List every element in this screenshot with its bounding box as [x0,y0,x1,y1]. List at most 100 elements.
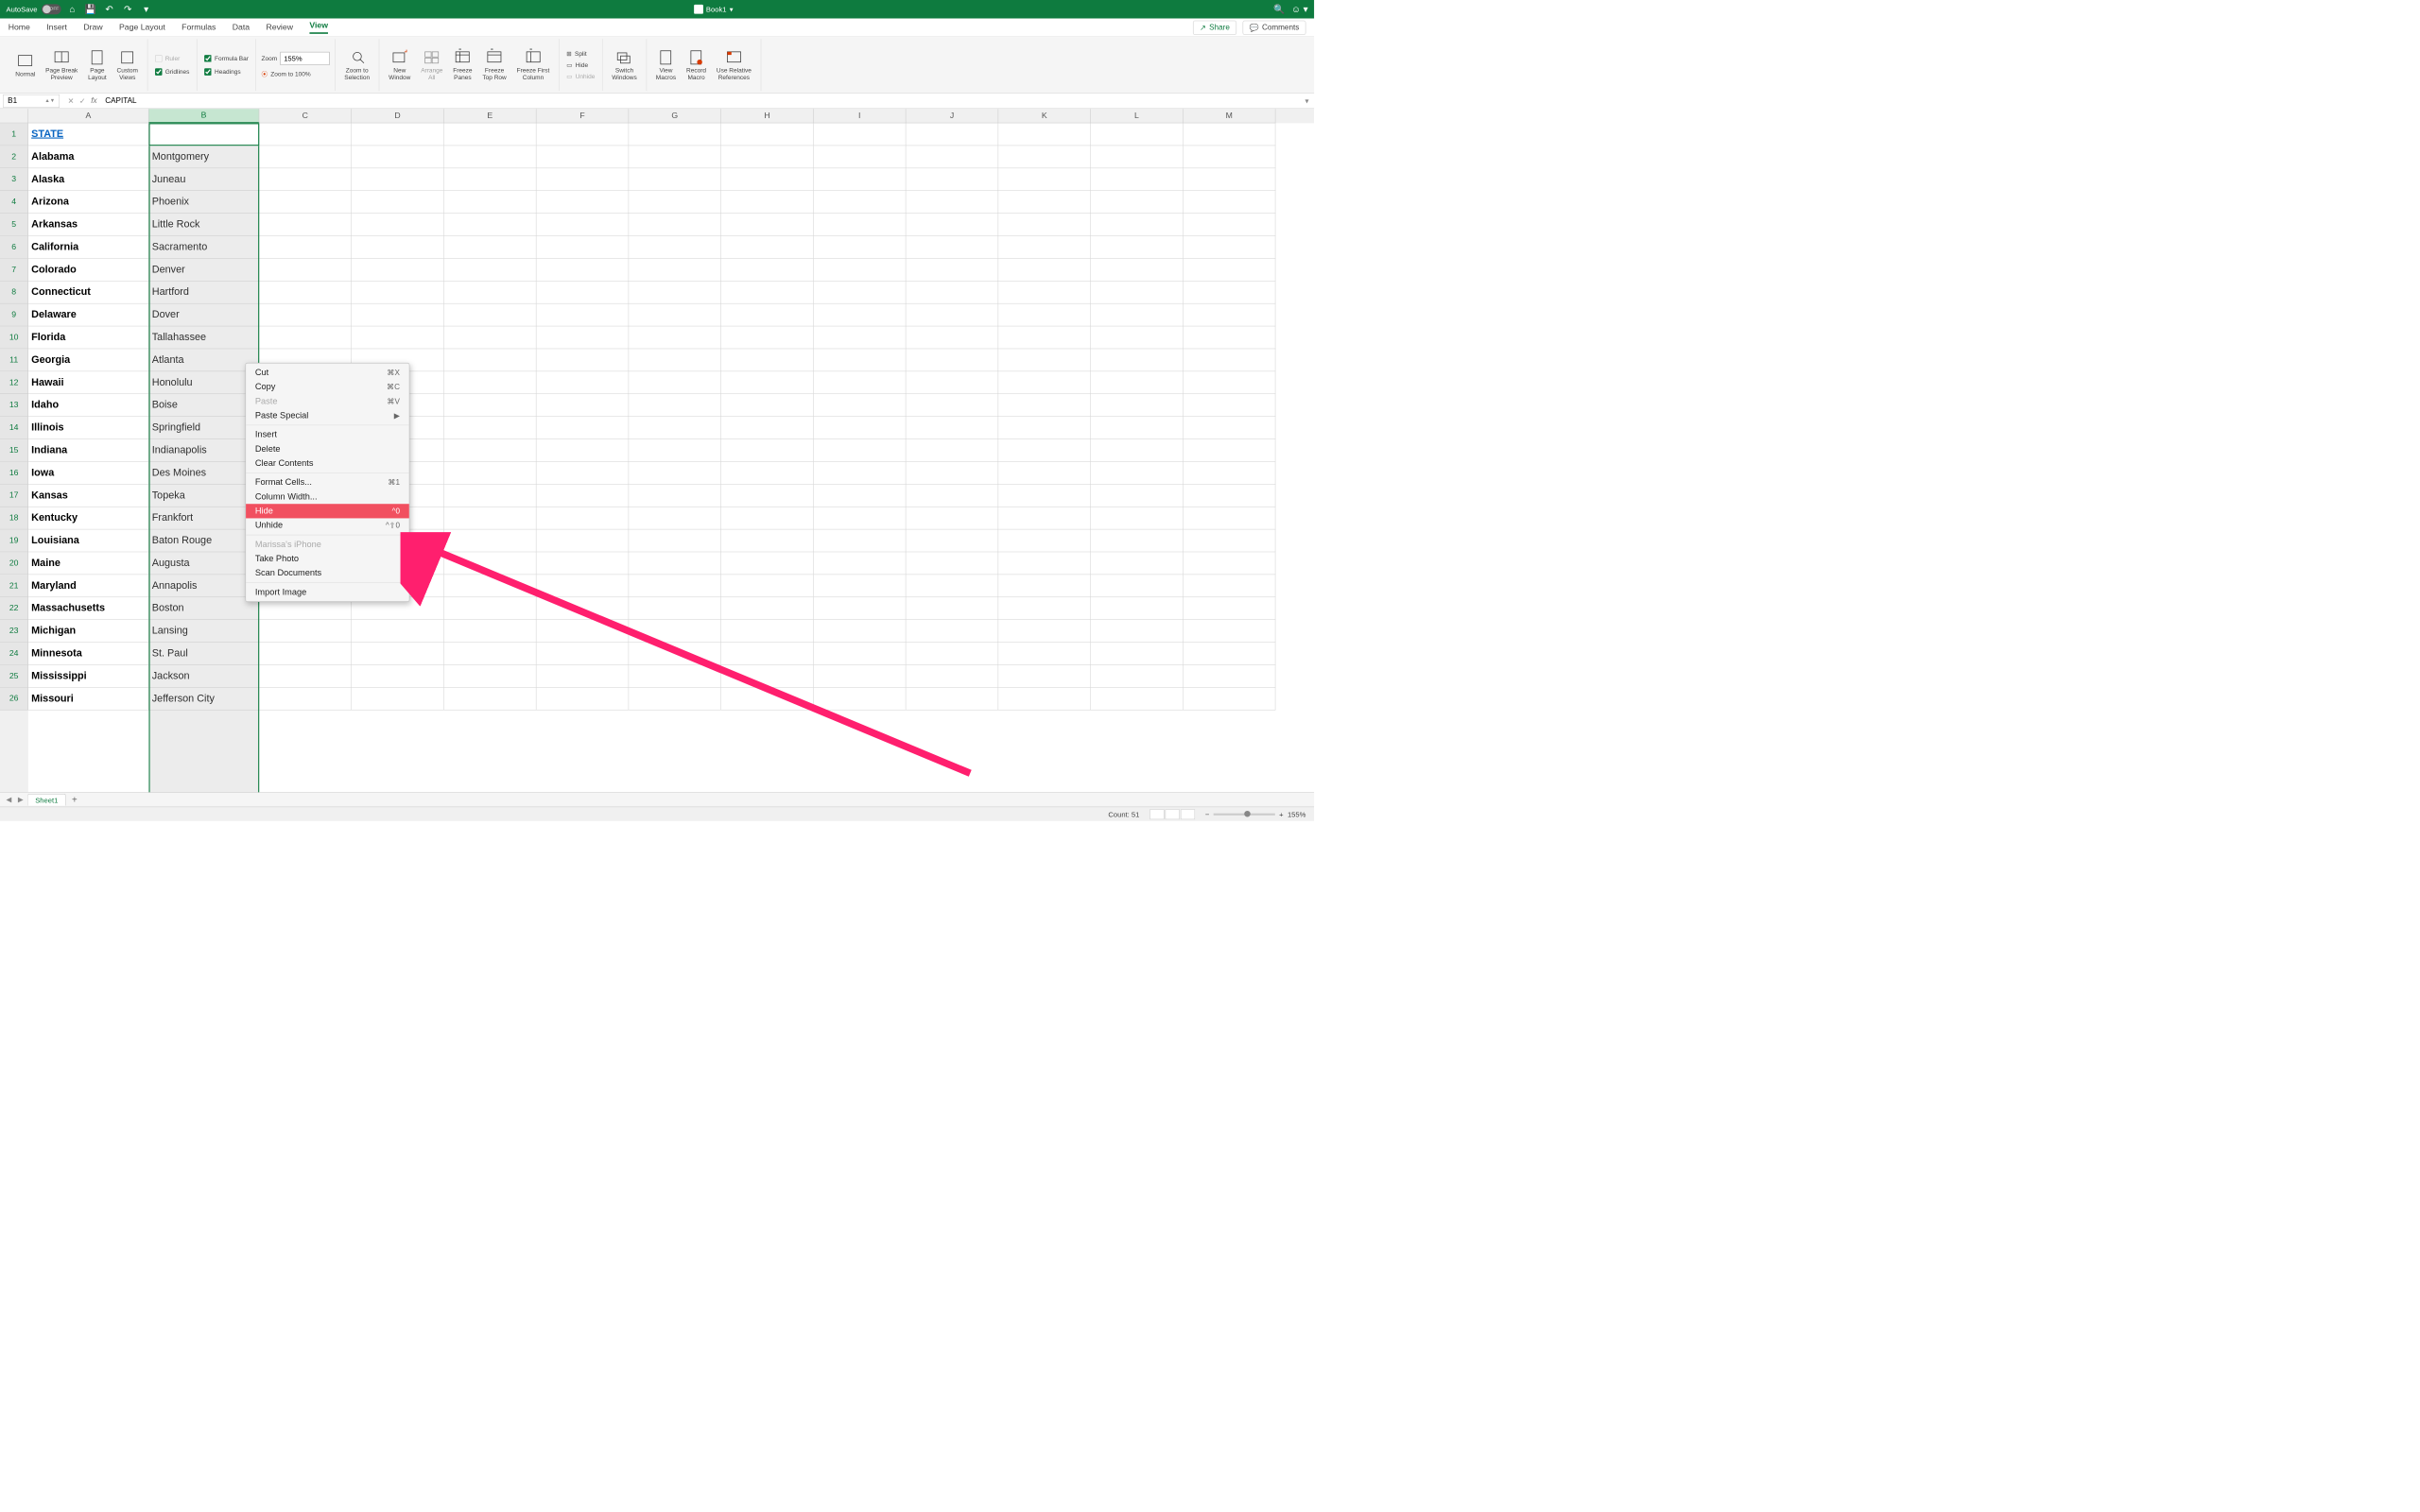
cell-D6[interactable] [352,236,444,259]
freeze-panes-button[interactable]: *Freeze Panes [449,47,476,83]
cell-I7[interactable] [814,259,907,282]
cell-E18[interactable] [444,507,537,529]
row-header-22[interactable]: 22 [0,597,28,620]
zoom-input[interactable] [280,52,329,65]
cell-E11[interactable] [444,349,537,371]
cell-J9[interactable] [906,303,998,326]
cell-L7[interactable] [1091,259,1184,282]
cell-E9[interactable] [444,303,537,326]
cell-M24[interactable] [1184,643,1276,665]
cell-I8[interactable] [814,282,907,304]
cell-C5[interactable] [259,214,352,236]
sheet-nav-next-icon[interactable]: ▶ [16,796,26,804]
cell-G12[interactable] [629,371,721,394]
zoom-100-button[interactable]: ⦿Zoom to 100% [261,69,310,77]
cell-M22[interactable] [1184,597,1276,620]
cell-E8[interactable] [444,282,537,304]
cell-A13[interactable]: Idaho [28,394,149,417]
cell-A22[interactable]: Massachusetts [28,597,149,620]
cell-H2[interactable] [721,146,814,168]
arrange-all-button[interactable]: Arrange All [417,47,447,83]
page-layout-view-icon[interactable] [1166,809,1180,819]
cell-E5[interactable] [444,214,537,236]
cell-A24[interactable]: Minnesota [28,643,149,665]
cell-A9[interactable]: Delaware [28,303,149,326]
cell-J16[interactable] [906,462,998,485]
cell-L20[interactable] [1091,552,1184,575]
cell-K11[interactable] [998,349,1091,371]
cell-L19[interactable] [1091,529,1184,552]
cell-J17[interactable] [906,485,998,507]
row-header-26[interactable]: 26 [0,688,28,711]
cell-A11[interactable]: Georgia [28,349,149,371]
cell-B25[interactable]: Jackson [148,665,259,688]
cell-K20[interactable] [998,552,1091,575]
cell-B23[interactable]: Lansing [148,620,259,643]
cell-D2[interactable] [352,146,444,168]
cell-J8[interactable] [906,282,998,304]
column-header-L[interactable]: L [1091,109,1184,123]
cell-K26[interactable] [998,688,1091,711]
ctx-import-image[interactable]: Import Image [246,585,409,599]
cell-J14[interactable] [906,417,998,439]
cell-C3[interactable] [259,168,352,191]
cell-L4[interactable] [1091,191,1184,214]
cell-G5[interactable] [629,214,721,236]
cell-K13[interactable] [998,394,1091,417]
cell-B14[interactable]: Springfield [148,417,259,439]
cell-D7[interactable] [352,259,444,282]
unhide-button[interactable]: ▭Unhide [564,72,596,81]
row-header-11[interactable]: 11 [0,349,28,371]
cell-A20[interactable]: Maine [28,552,149,575]
cell-K3[interactable] [998,168,1091,191]
cell-K18[interactable] [998,507,1091,529]
cell-B13[interactable]: Boise [148,394,259,417]
cell-J15[interactable] [906,439,998,462]
cell-H17[interactable] [721,485,814,507]
cell-F6[interactable] [536,236,629,259]
row-header-8[interactable]: 8 [0,282,28,304]
column-header-I[interactable]: I [814,109,907,123]
cell-B9[interactable]: Dover [148,303,259,326]
cell-K21[interactable] [998,575,1091,597]
new-window-button[interactable]: New Window [385,47,415,83]
cell-A1[interactable]: STATE [28,123,149,146]
column-header-M[interactable]: M [1184,109,1276,123]
cell-A15[interactable]: Indiana [28,439,149,462]
cell-K8[interactable] [998,282,1091,304]
cell-B16[interactable]: Des Moines [148,462,259,485]
ctx-unhide[interactable]: Unhide^⇧0 [246,518,409,532]
use-relative-refs-button[interactable]: Use Relative References [713,47,756,83]
record-macro-button[interactable]: Record Macro [683,47,711,83]
cell-M8[interactable] [1184,282,1276,304]
cell-I1[interactable] [814,123,907,146]
cell-E15[interactable] [444,439,537,462]
cell-L17[interactable] [1091,485,1184,507]
cell-J11[interactable] [906,349,998,371]
cell-D3[interactable] [352,168,444,191]
cell-C1[interactable] [259,123,352,146]
cell-F8[interactable] [536,282,629,304]
row-header-9[interactable]: 9 [0,303,28,326]
view-macros-button[interactable]: View Macros [651,47,680,83]
cell-H1[interactable] [721,123,814,146]
ctx-column-width-[interactable]: Column Width... [246,490,409,504]
row-header-15[interactable]: 15 [0,439,28,462]
cell-D8[interactable] [352,282,444,304]
row-header-13[interactable]: 13 [0,394,28,417]
cell-J5[interactable] [906,214,998,236]
cell-F14[interactable] [536,417,629,439]
cell-B6[interactable]: Sacramento [148,236,259,259]
row-header-6[interactable]: 6 [0,236,28,259]
cell-M20[interactable] [1184,552,1276,575]
cell-H6[interactable] [721,236,814,259]
ctx-cut[interactable]: Cut⌘X [246,366,409,380]
page-layout-button[interactable]: Page Layout [84,47,111,83]
cell-I10[interactable] [814,326,907,349]
cell-I9[interactable] [814,303,907,326]
cell-C4[interactable] [259,191,352,214]
cell-C25[interactable] [259,665,352,688]
row-header-4[interactable]: 4 [0,191,28,214]
cell-E14[interactable] [444,417,537,439]
cell-K10[interactable] [998,326,1091,349]
